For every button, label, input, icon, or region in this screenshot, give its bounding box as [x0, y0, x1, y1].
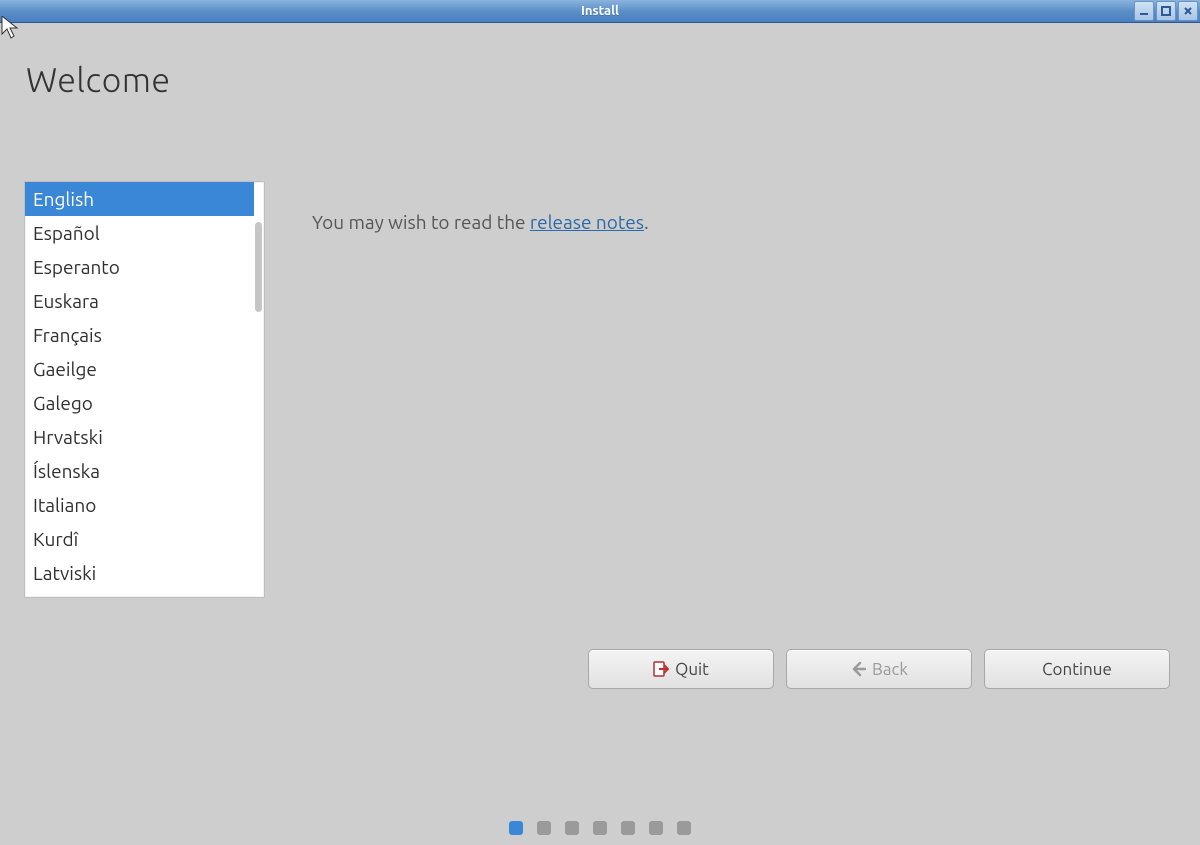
language-item[interactable]: Français [25, 318, 254, 352]
language-item[interactable]: Hrvatski [25, 420, 254, 454]
language-scrollbar-thumb[interactable] [255, 222, 262, 312]
language-item[interactable]: Euskara [25, 284, 254, 318]
progress-dot [677, 821, 691, 835]
release-notes-prefix: You may wish to read the [312, 211, 530, 233]
minimize-icon [1139, 6, 1149, 16]
language-list[interactable]: EnglishEspañolEsperantoEuskaraFrançaisGa… [24, 181, 265, 598]
window-maximize-button[interactable] [1156, 1, 1176, 21]
continue-button[interactable]: Continue [984, 649, 1170, 689]
maximize-icon [1161, 6, 1171, 16]
window-controls [1134, 1, 1198, 21]
language-item[interactable]: Italiano [25, 488, 254, 522]
quit-icon [653, 661, 669, 677]
release-notes-line: You may wish to read the release notes. [312, 211, 649, 233]
progress-dot [537, 821, 551, 835]
back-button[interactable]: Back [786, 649, 972, 689]
quit-button[interactable]: Quit [588, 649, 774, 689]
language-item[interactable]: Gaeilge [25, 352, 254, 386]
arrow-left-icon [850, 661, 866, 677]
language-item[interactable]: Galego [25, 386, 254, 420]
language-item[interactable]: Latviski [25, 556, 254, 590]
back-button-label: Back [872, 660, 908, 679]
progress-dot [509, 821, 523, 835]
window-close-button[interactable] [1178, 1, 1198, 21]
installer-page: Welcome EnglishEspañolEsperantoEuskaraFr… [0, 23, 1200, 845]
window-title: Install [581, 4, 619, 18]
progress-indicator [509, 821, 691, 835]
page-title: Welcome [26, 61, 171, 99]
release-notes-link[interactable]: release notes [530, 211, 644, 233]
language-item[interactable]: English [25, 182, 254, 216]
progress-dot [593, 821, 607, 835]
window-minimize-button[interactable] [1134, 1, 1154, 21]
window-titlebar: Install [0, 0, 1200, 23]
language-item[interactable]: Español [25, 216, 254, 250]
language-item[interactable]: Íslenska [25, 454, 254, 488]
wizard-button-row: Quit Back Continue [588, 649, 1170, 689]
progress-dot [649, 821, 663, 835]
language-item[interactable]: Esperanto [25, 250, 254, 284]
progress-dot [621, 821, 635, 835]
progress-dot [565, 821, 579, 835]
continue-button-label: Continue [1042, 660, 1112, 679]
quit-button-label: Quit [675, 660, 709, 679]
language-item[interactable]: Kurdî [25, 522, 254, 556]
release-notes-suffix: . [644, 211, 649, 233]
close-icon [1183, 6, 1193, 16]
